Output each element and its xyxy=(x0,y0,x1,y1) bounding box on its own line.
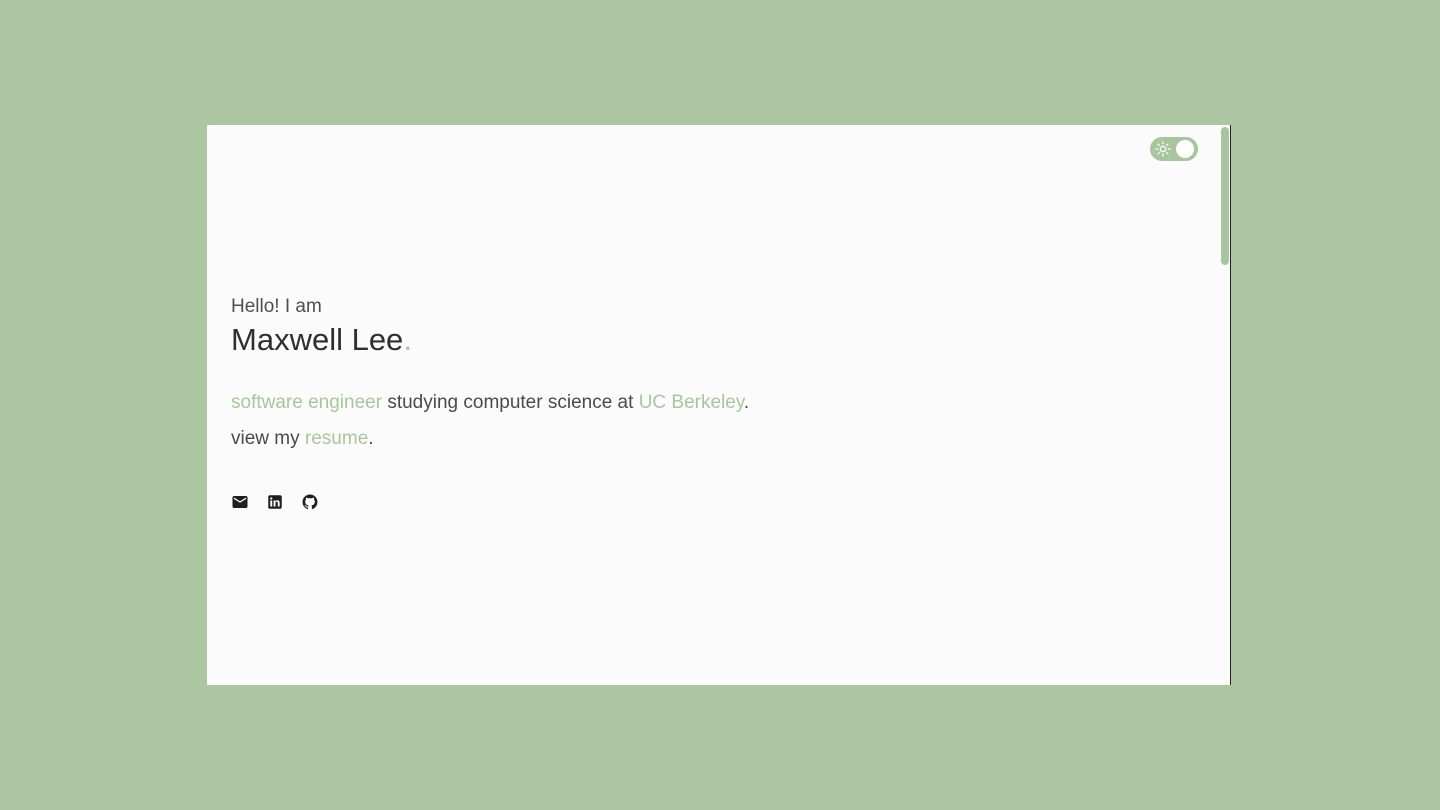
bio-line-1: software engineer studying computer scie… xyxy=(231,385,1131,421)
bio-line-2-end: . xyxy=(368,428,374,449)
bio-line-1-end: . xyxy=(743,392,750,413)
bio: software engineer studying computer scie… xyxy=(231,385,1131,457)
toggle-knob xyxy=(1176,140,1194,158)
github-icon xyxy=(302,494,318,510)
resume-link[interactable]: resume xyxy=(305,428,368,449)
github-link[interactable] xyxy=(301,493,319,511)
resume-prefix-text: view my xyxy=(231,428,305,449)
mail-icon xyxy=(232,496,248,508)
bio-middle-text: studying computer science at xyxy=(382,392,639,413)
greeting-text: Hello! I am xyxy=(231,296,322,317)
sun-icon xyxy=(1155,141,1171,157)
email-link[interactable] xyxy=(231,493,249,511)
hero-section: Hello! I am Maxwell Lee. software engine… xyxy=(231,295,1131,511)
social-links xyxy=(231,493,1131,511)
uc-berkeley-link[interactable]: UC Berkeley xyxy=(639,392,744,413)
linkedin-icon xyxy=(268,495,282,509)
software-engineer-link[interactable]: software engineer xyxy=(231,392,382,413)
scrollbar[interactable] xyxy=(1221,125,1229,685)
name-dot: . xyxy=(403,322,412,357)
page-title: Maxwell Lee. xyxy=(231,321,1131,359)
browser-viewport: Hello! I am Maxwell Lee. software engine… xyxy=(207,125,1231,685)
theme-toggle[interactable] xyxy=(1150,137,1198,161)
name-text: Maxwell Lee xyxy=(231,322,404,357)
linkedin-link[interactable] xyxy=(266,493,284,511)
scrollbar-thumb[interactable] xyxy=(1221,127,1229,265)
bio-line-2: view my resume. xyxy=(231,421,1131,457)
